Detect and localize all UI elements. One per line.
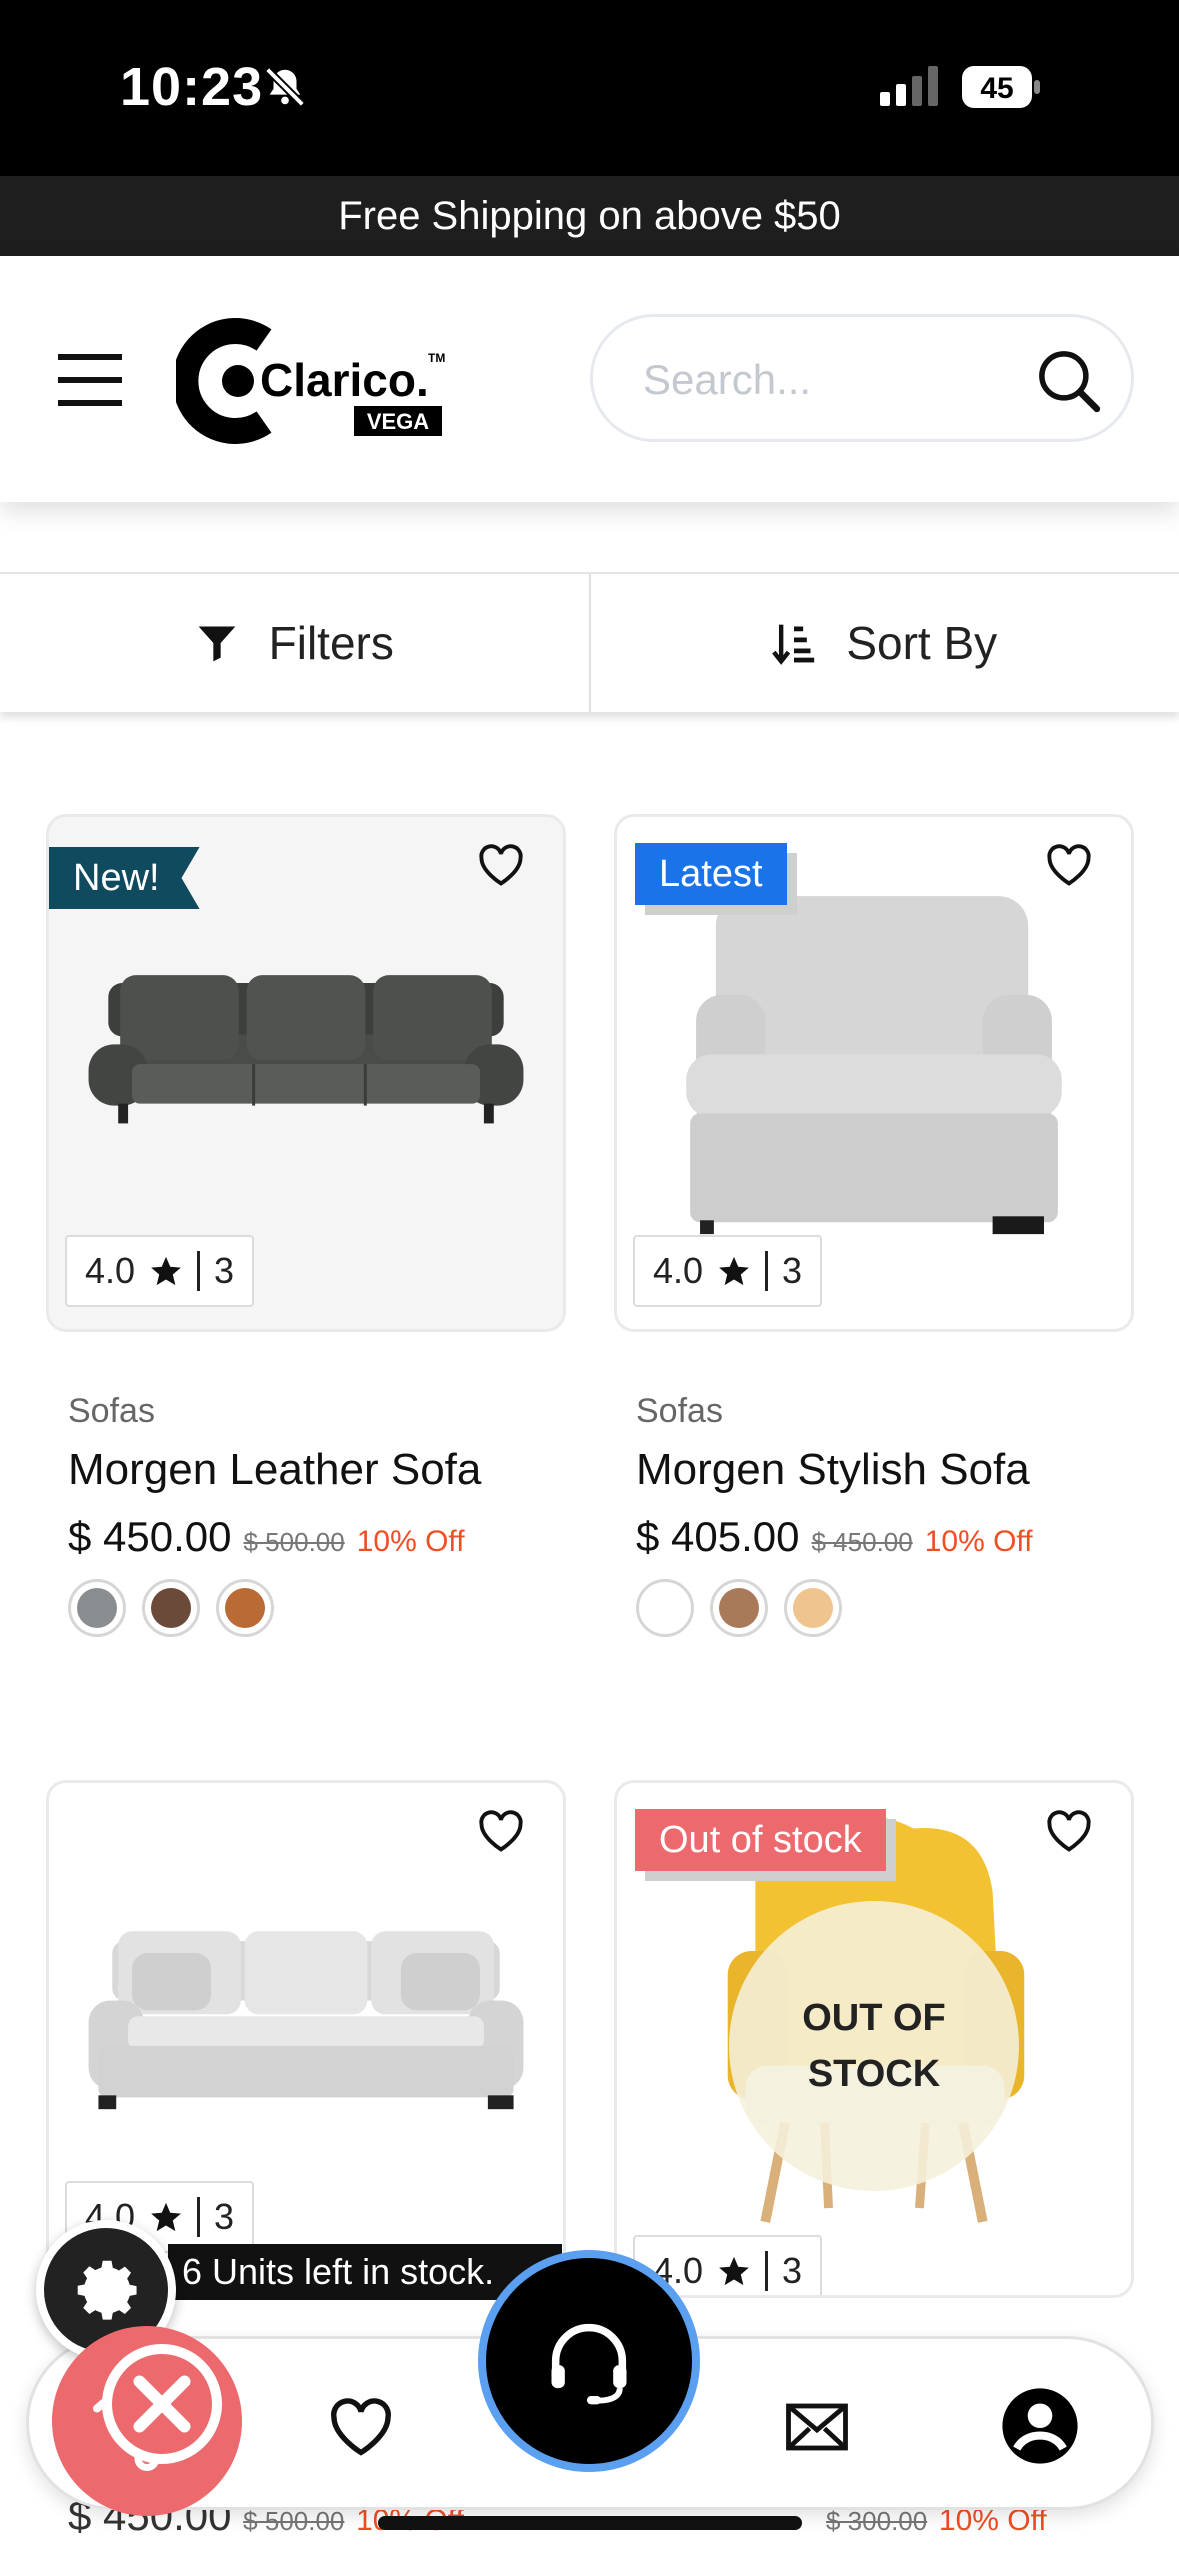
brand-logo[interactable]: Clarico. TM VEGA: [176, 318, 456, 444]
search-box: [590, 314, 1134, 442]
rating-divider: [765, 1251, 769, 1291]
signal-icon: [880, 66, 938, 106]
site-header: Clarico. TM VEGA: [0, 256, 1179, 502]
product-card[interactable]: OUT OF STOCK Out of stock 4.0 3: [614, 1780, 1134, 2298]
heart-icon[interactable]: [1043, 839, 1095, 891]
logo-tm: TM: [428, 351, 445, 365]
battery-level: 45: [980, 72, 1013, 105]
color-swatch[interactable]: [216, 1579, 274, 1637]
product-info: Sofas Morgen Leather Sofa $ 450.00 $ 500…: [68, 1392, 588, 1637]
status-time: 10:23: [120, 57, 264, 117]
headset-icon: [551, 2323, 627, 2405]
close-icon[interactable]: [102, 2344, 222, 2464]
discount-label: 10% Off: [924, 1525, 1033, 1558]
old-price: $ 500.00: [243, 2506, 345, 2536]
badge-new: New!: [49, 847, 200, 909]
color-swatch[interactable]: [636, 1579, 694, 1637]
rating-chip: 4.0 3: [633, 1235, 823, 1307]
status-bar: 10:23 45: [0, 0, 1179, 176]
color-swatch[interactable]: [68, 1579, 126, 1637]
star-icon: [719, 2256, 749, 2286]
promo-text: Free Shipping on above $50: [338, 193, 841, 238]
old-price: $ 450.00: [811, 1527, 913, 1557]
review-count: 3: [782, 2250, 803, 2291]
offline-indicator[interactable]: [52, 2326, 242, 2516]
product-info: Sofas Morgen Stylish Sofa $ 405.00 $ 450…: [636, 1392, 1156, 1637]
product-category[interactable]: Sofas: [636, 1392, 1156, 1431]
price-row: $ 405.00 $ 450.00 10% Off: [636, 1513, 1156, 1561]
sort-icon: [772, 624, 815, 665]
product-card[interactable]: New! 4.0 3: [46, 814, 566, 1332]
search-icon[interactable]: [1035, 347, 1101, 413]
product-price: $ 450.00: [68, 1513, 232, 1560]
heart-icon[interactable]: [475, 839, 527, 891]
star-icon: [151, 2202, 181, 2232]
rating-value: 4.0: [653, 1250, 704, 1291]
rating-value: 4.0: [85, 1250, 136, 1291]
old-price: $ 300.00: [826, 2506, 928, 2536]
old-price: $ 500.00: [243, 1527, 345, 1557]
heart-icon[interactable]: [475, 1805, 527, 1857]
color-swatch[interactable]: [142, 1579, 200, 1637]
review-count: 3: [782, 1250, 803, 1291]
product-name[interactable]: Morgen Leather Sofa: [68, 1445, 588, 1495]
star-icon: [719, 1256, 749, 1286]
home-indicator[interactable]: [378, 2516, 802, 2530]
out-of-stock-overlay: OUT OF STOCK: [729, 1901, 1019, 2191]
discount-label: 10% Off: [356, 1525, 465, 1558]
star-icon: [151, 1256, 181, 1286]
filter-icon: [198, 626, 235, 662]
gear-icon: [77, 2260, 137, 2320]
sort-label: Sort By: [846, 617, 998, 669]
logo-sub: VEGA: [367, 409, 429, 434]
color-swatches: [68, 1579, 588, 1637]
mail-icon[interactable]: [781, 2391, 853, 2463]
search-input[interactable]: [643, 347, 1033, 413]
review-count: 3: [214, 1250, 235, 1291]
filters-label: Filters: [268, 617, 394, 669]
rating-chip: 4.0 3: [65, 1235, 255, 1307]
promo-banner: Free Shipping on above $50: [0, 176, 1179, 256]
rating-divider: [765, 2251, 769, 2291]
user-icon[interactable]: [999, 2385, 1081, 2467]
rating-divider: [197, 2197, 201, 2237]
bell-off-icon: [265, 67, 305, 107]
support-button[interactable]: [478, 2250, 700, 2472]
product-category[interactable]: Sofas: [68, 1392, 588, 1431]
rating-divider: [197, 1251, 201, 1291]
logo-text: Clarico.: [260, 354, 429, 406]
product-price: $ 405.00: [636, 1513, 800, 1560]
price-row: $ 450.00 $ 500.00 10% Off: [68, 1513, 588, 1561]
wishlist-nav-icon[interactable]: [325, 2391, 397, 2463]
filters-button[interactable]: Filters: [0, 574, 589, 712]
color-swatch[interactable]: [710, 1579, 768, 1637]
product-card[interactable]: 4.0 3: [46, 1780, 566, 2298]
badge-latest: Latest: [635, 843, 787, 905]
product-card[interactable]: Latest 4.0 3: [614, 814, 1134, 1332]
filter-sort-bar: Filters Sort By: [0, 572, 1179, 712]
menu-icon[interactable]: [58, 354, 122, 406]
product-name[interactable]: Morgen Stylish Sofa: [636, 1445, 1156, 1495]
sort-button[interactable]: Sort By: [588, 574, 1179, 712]
battery-icon: 45: [962, 66, 1040, 108]
review-count: 3: [214, 2196, 235, 2237]
color-swatch[interactable]: [784, 1579, 842, 1637]
badge-out-of-stock: Out of stock: [635, 1809, 886, 1871]
heart-icon[interactable]: [1043, 1805, 1095, 1857]
color-swatches: [636, 1579, 1156, 1637]
